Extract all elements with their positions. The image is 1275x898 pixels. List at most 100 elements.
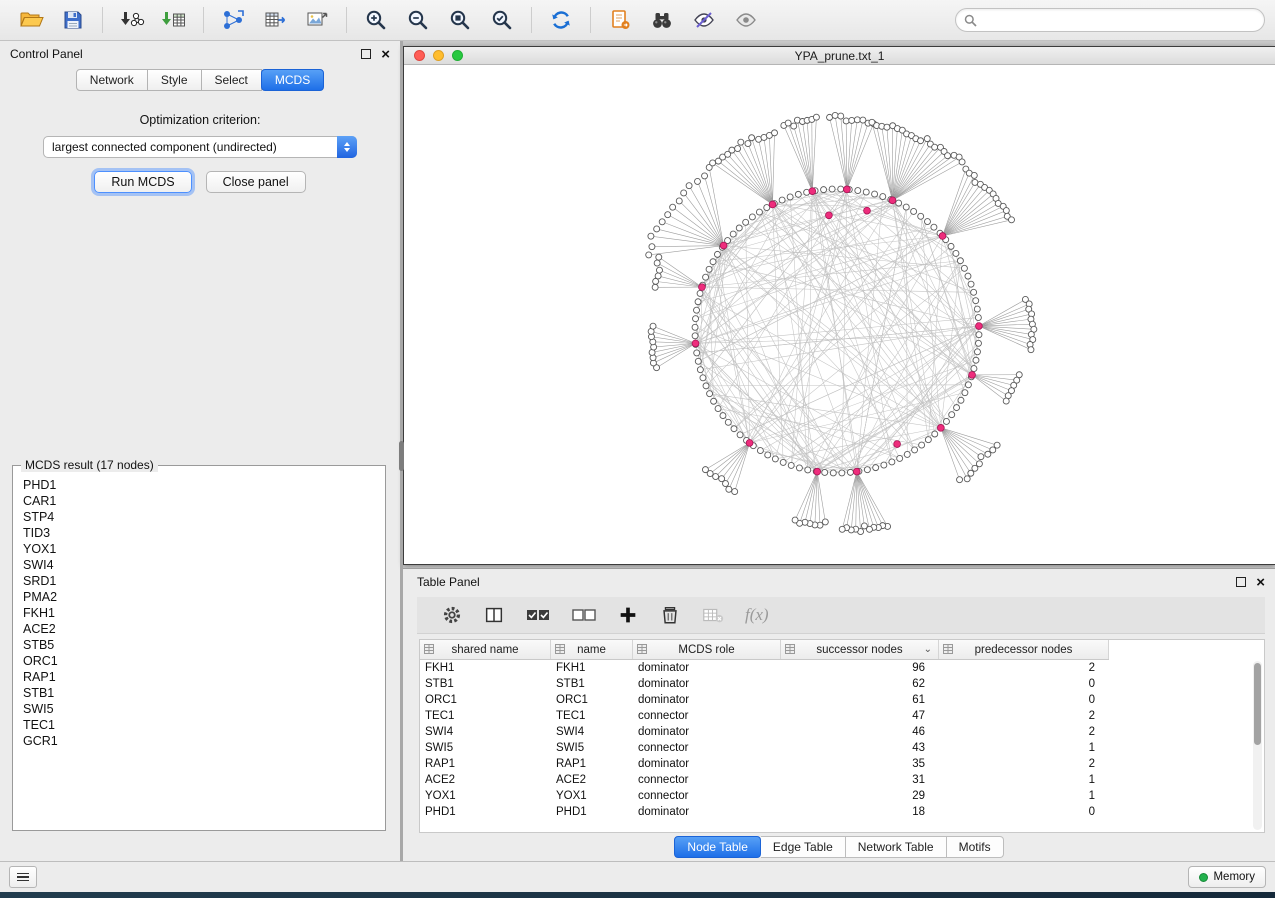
tab-select[interactable]: Select [202,69,262,91]
mcds-result-item[interactable]: PHD1 [14,477,384,493]
deselect-all-icon[interactable] [571,604,597,626]
float-panel-icon[interactable] [1236,577,1246,587]
table-cell-name: ACE2 [551,772,633,788]
table-row[interactable]: SWI5SWI5connector431 [420,740,1109,756]
table-cell-predecessors: 0 [939,692,1109,708]
column-header-name[interactable]: name [551,640,633,659]
refresh-button[interactable] [540,4,582,36]
table-panel-title: Table Panel [417,575,480,589]
run-mcds-button[interactable]: Run MCDS [94,171,191,193]
table-scrollbar[interactable] [1253,661,1262,830]
mcds-result-list[interactable]: PHD1CAR1STP4TID3YOX1SWI4SRD1PMA2FKH1ACE2… [14,467,384,829]
tab-mcds[interactable]: MCDS [261,69,324,91]
close-panel-button[interactable]: Close panel [206,171,306,193]
table-row[interactable]: ORC1ORC1dominator610 [420,692,1109,708]
show-all-button[interactable] [725,4,767,36]
scrollbar-thumb[interactable] [1254,663,1261,745]
criterion-dropdown[interactable]: largest connected component (undirected) [43,136,357,158]
export-table-button[interactable] [254,4,296,36]
mcds-result-item[interactable]: YOX1 [14,541,384,557]
zoom-out-button[interactable] [397,4,439,36]
column-header-predecessor-nodes[interactable]: predecessor nodes [939,640,1109,659]
search-network-button[interactable] [641,4,683,36]
table-row[interactable]: TEC1TEC1connector472 [420,708,1109,724]
window-minimize-icon[interactable] [433,50,444,61]
status-bar: Memory [0,861,1275,892]
mcds-result-item[interactable]: STB1 [14,685,384,701]
search-input[interactable] [983,12,1256,28]
column-header-successor-nodes[interactable]: successor nodes ⌄ [781,640,939,659]
select-all-icon[interactable] [525,604,551,626]
tab-network[interactable]: Network [76,69,148,91]
mcds-result-item[interactable]: SRD1 [14,573,384,589]
memory-button[interactable]: Memory [1188,866,1266,888]
export-image-button[interactable] [296,4,338,36]
network-window-titlebar[interactable]: YPA_prune.txt_1 [404,47,1275,65]
control-panel-title: Control Panel [10,47,83,61]
save-session-button[interactable] [52,4,94,36]
tab-motifs[interactable]: Motifs [947,836,1004,858]
export-network-button[interactable] [212,4,254,36]
mcds-result-item[interactable]: GCR1 [14,733,384,749]
import-table-button[interactable] [153,4,195,36]
delete-column-icon[interactable] [659,604,681,626]
table-cell-name: SWI5 [551,740,633,756]
table-row[interactable]: STB1STB1dominator620 [420,676,1109,692]
mcds-result-item[interactable]: TEC1 [14,717,384,733]
show-column-icon[interactable] [483,604,505,626]
close-panel-icon[interactable]: × [1256,575,1265,590]
close-panel-icon[interactable]: × [381,47,390,62]
mcds-result-item[interactable]: SWI5 [14,701,384,717]
float-panel-icon[interactable] [361,49,371,59]
window-close-icon[interactable] [414,50,425,61]
mcds-result-item[interactable]: SWI4 [14,557,384,573]
criterion-dropdown-value: largest connected component (undirected) [52,140,277,154]
table-row[interactable]: YOX1YOX1connector291 [420,788,1109,804]
mcds-result-item[interactable]: CAR1 [14,493,384,509]
window-zoom-icon[interactable] [452,50,463,61]
zoom-in-button[interactable] [355,4,397,36]
chevron-down-icon[interactable]: ⌄ [924,644,932,655]
table-cell-successors: 35 [781,756,939,772]
table-row[interactable]: ACE2ACE2connector311 [420,772,1109,788]
splitter-grip[interactable] [399,441,404,471]
mcds-result-item[interactable]: STP4 [14,509,384,525]
column-attribute-icon [424,644,434,654]
table-mode-gear-icon[interactable] [441,604,463,626]
tab-style[interactable]: Style [148,69,202,91]
column-header-shared-name[interactable]: shared name [420,640,551,659]
table-row[interactable]: FKH1FKH1dominator962 [420,660,1109,676]
add-column-icon[interactable] [617,604,639,626]
hide-selected-button[interactable] [683,4,725,36]
import-network-button[interactable] [111,4,153,36]
tab-edge-table[interactable]: Edge Table [761,836,846,858]
network-canvas[interactable] [404,65,1268,561]
mcds-result-item[interactable]: RAP1 [14,669,384,685]
mcds-result-item[interactable]: ORC1 [14,653,384,669]
table-row[interactable]: SWI4SWI4dominator462 [420,724,1109,740]
zoom-fit-icon [448,8,472,32]
zoom-fit-button[interactable] [439,4,481,36]
mcds-result-item[interactable]: PMA2 [14,589,384,605]
tab-node-table[interactable]: Node Table [674,836,761,858]
column-header-mcds-role[interactable]: MCDS role [633,640,781,659]
table-row[interactable]: PHD1PHD1dominator180 [420,804,1109,820]
memory-status-icon [1199,873,1208,882]
mcds-result-item[interactable]: ACE2 [14,621,384,637]
table-cell-name: YOX1 [551,788,633,804]
zoom-selected-button[interactable] [481,4,523,36]
mcds-result-item[interactable]: STB5 [14,637,384,653]
tab-network-table[interactable]: Network Table [846,836,947,858]
list-icon [17,873,29,875]
toolbar-separator [531,7,532,33]
mcds-result-item[interactable]: TID3 [14,525,384,541]
clone-document-button[interactable] [599,4,641,36]
open-session-button[interactable] [10,4,52,36]
table-row[interactable]: RAP1RAP1dominator352 [420,756,1109,772]
mcds-result-box: MCDS result (17 nodes) PHD1CAR1STP4TID3Y… [12,465,386,831]
panel-splitter[interactable] [400,41,403,861]
mcds-result-item[interactable]: FKH1 [14,605,384,621]
panel-menu-button[interactable] [9,866,37,888]
table-cell-name: ORC1 [551,692,633,708]
search-field[interactable] [955,8,1265,32]
